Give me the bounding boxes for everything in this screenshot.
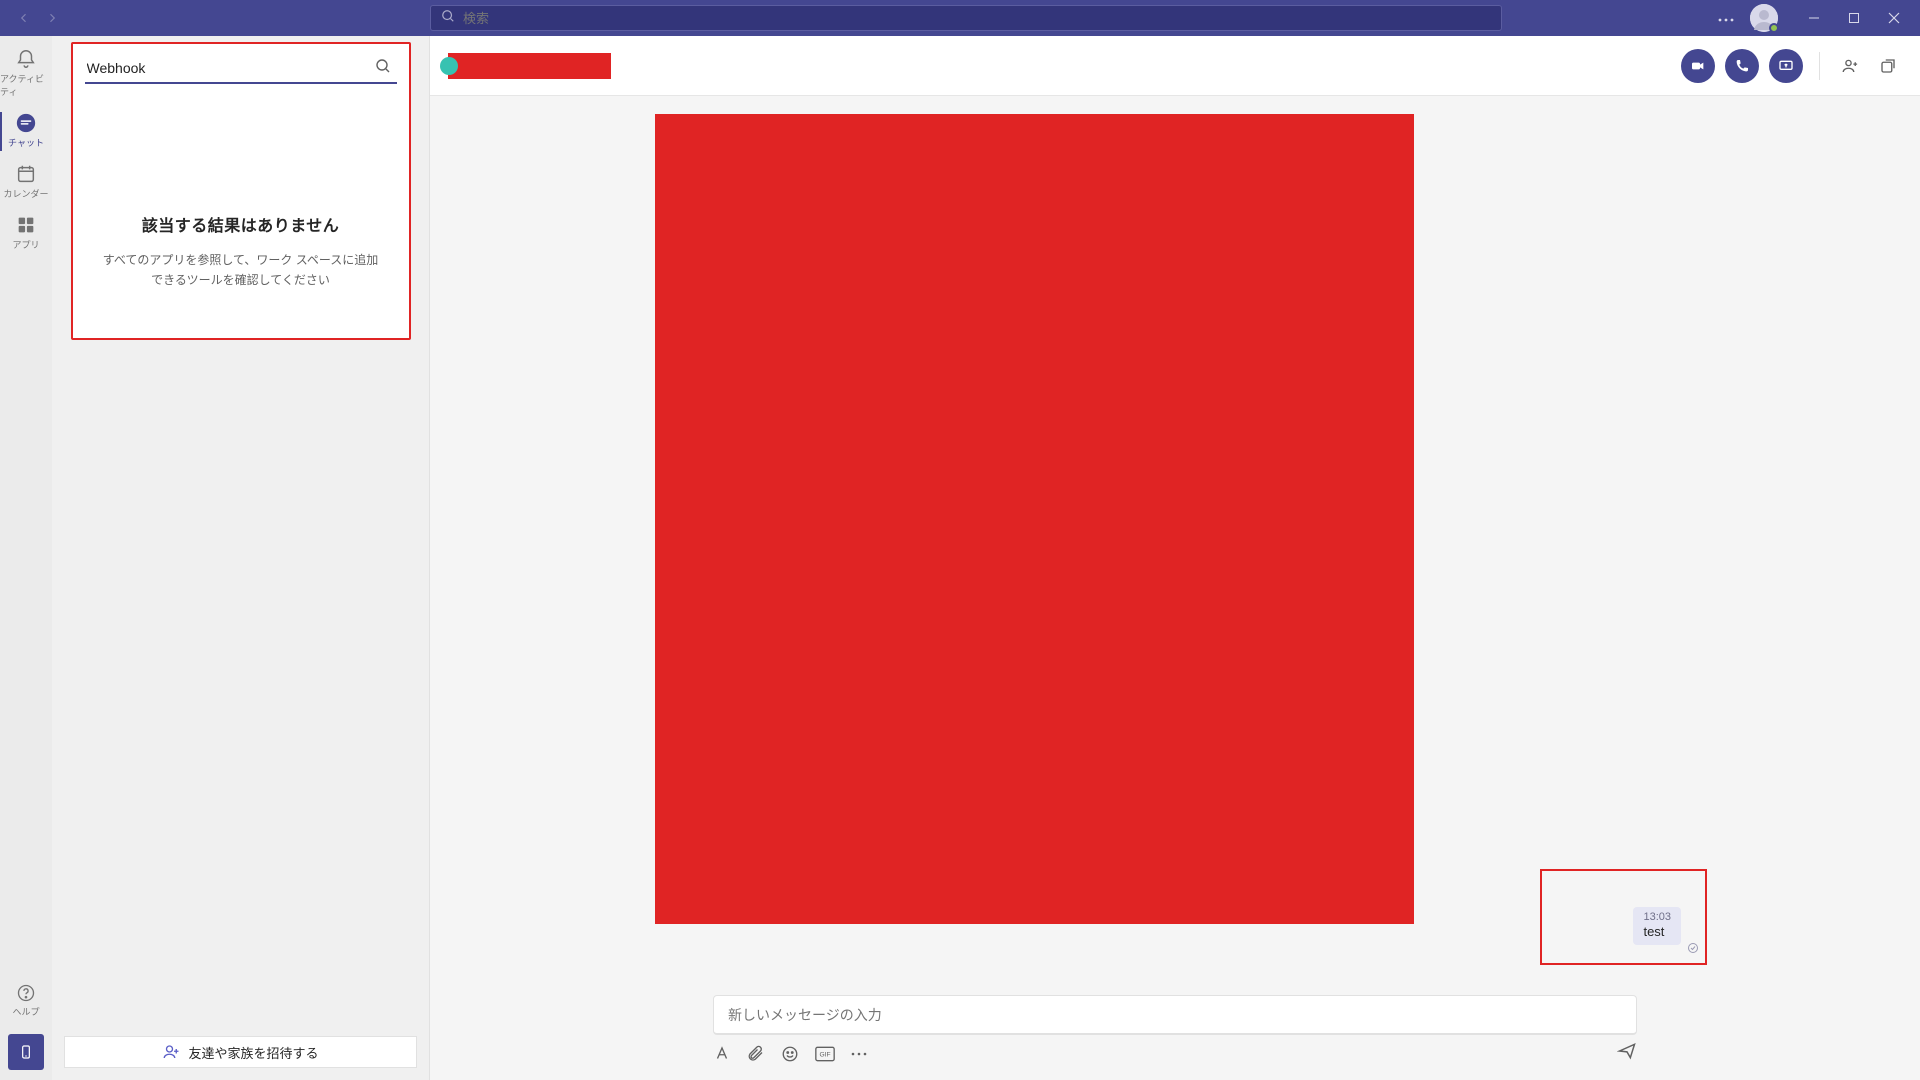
rail-item-label: チャット (8, 136, 44, 149)
rail-item-label: アクティビティ (0, 72, 52, 98)
window-maximize-button[interactable] (1834, 0, 1874, 36)
rail-activity[interactable]: アクティビティ (0, 42, 52, 106)
composer-input-wrap[interactable] (713, 995, 1637, 1035)
rail-help[interactable]: ヘルプ (0, 975, 52, 1026)
video-call-button[interactable] (1681, 49, 1715, 83)
message-time: 13:03 (1643, 911, 1671, 923)
apps-search-panel: 該当する結果はありません すべてのアプリを参照して、ワーク スペースに追加できる… (71, 42, 411, 340)
no-results-subtitle: すべてのアプリを参照して、ワーク スペースに追加できるツールを確認してください (99, 250, 383, 291)
more-button[interactable] (1710, 9, 1742, 27)
presence-available-icon (1769, 23, 1779, 33)
search-icon (441, 9, 455, 28)
left-panel: 該当する結果はありません すべてのアプリを参照して、ワーク スペースに追加できる… (52, 36, 430, 1080)
nav-forward-button[interactable] (40, 6, 64, 30)
composer-input[interactable] (728, 1007, 1622, 1023)
no-results-title: 該当する結果はありません (99, 212, 383, 236)
invite-button-label: 友達や家族を招待する (188, 1043, 318, 1062)
rail-chat[interactable]: チャット (0, 106, 52, 157)
message-text: test (1643, 924, 1671, 939)
message-bubble[interactable]: 13:03 test (1633, 907, 1681, 945)
divider (1819, 52, 1820, 80)
composer: GIF (430, 995, 1920, 1080)
rail-item-label: アプリ (12, 238, 39, 251)
rail-calendar[interactable]: カレンダー (0, 157, 52, 208)
attach-button[interactable] (747, 1045, 765, 1063)
message-highlight: 13:03 test (1540, 869, 1707, 965)
gif-button[interactable]: GIF (815, 1046, 835, 1062)
add-people-button[interactable] (1836, 52, 1864, 80)
emoji-button[interactable] (781, 1045, 799, 1063)
chat-area: 13:03 test (430, 36, 1920, 1080)
redacted-content (655, 114, 1414, 924)
rail-apps[interactable]: アプリ (0, 208, 52, 259)
rail-mobile-button[interactable] (8, 1034, 44, 1070)
app-rail: アクティビティ チャット カレンダー アプリ ヘルプ (0, 36, 52, 1080)
invite-button[interactable]: 友達や家族を招待する (64, 1036, 417, 1068)
avatar[interactable] (1750, 4, 1778, 32)
apps-search-input[interactable] (85, 54, 397, 84)
popout-button[interactable] (1874, 52, 1902, 80)
window-close-button[interactable] (1874, 0, 1914, 36)
more-tools-button[interactable] (851, 1052, 867, 1056)
titlebar (0, 0, 1920, 36)
svg-text:GIF: GIF (819, 1051, 830, 1058)
nav-back-button[interactable] (12, 6, 36, 30)
window-minimize-button[interactable] (1794, 0, 1834, 36)
chat-title-redacted (448, 53, 611, 79)
chat-header (430, 36, 1920, 96)
search-icon[interactable] (375, 58, 391, 79)
audio-call-button[interactable] (1725, 49, 1759, 83)
rail-help-label: ヘルプ (12, 1005, 39, 1018)
screen-share-button[interactable] (1769, 49, 1803, 83)
rail-item-label: カレンダー (3, 187, 48, 200)
message-status-icon (1687, 941, 1699, 959)
global-search[interactable] (430, 5, 1502, 31)
chat-messages[interactable]: 13:03 test (430, 96, 1920, 995)
format-button[interactable] (713, 1045, 731, 1063)
send-button[interactable] (1617, 1041, 1637, 1066)
global-search-input[interactable] (463, 11, 1491, 26)
